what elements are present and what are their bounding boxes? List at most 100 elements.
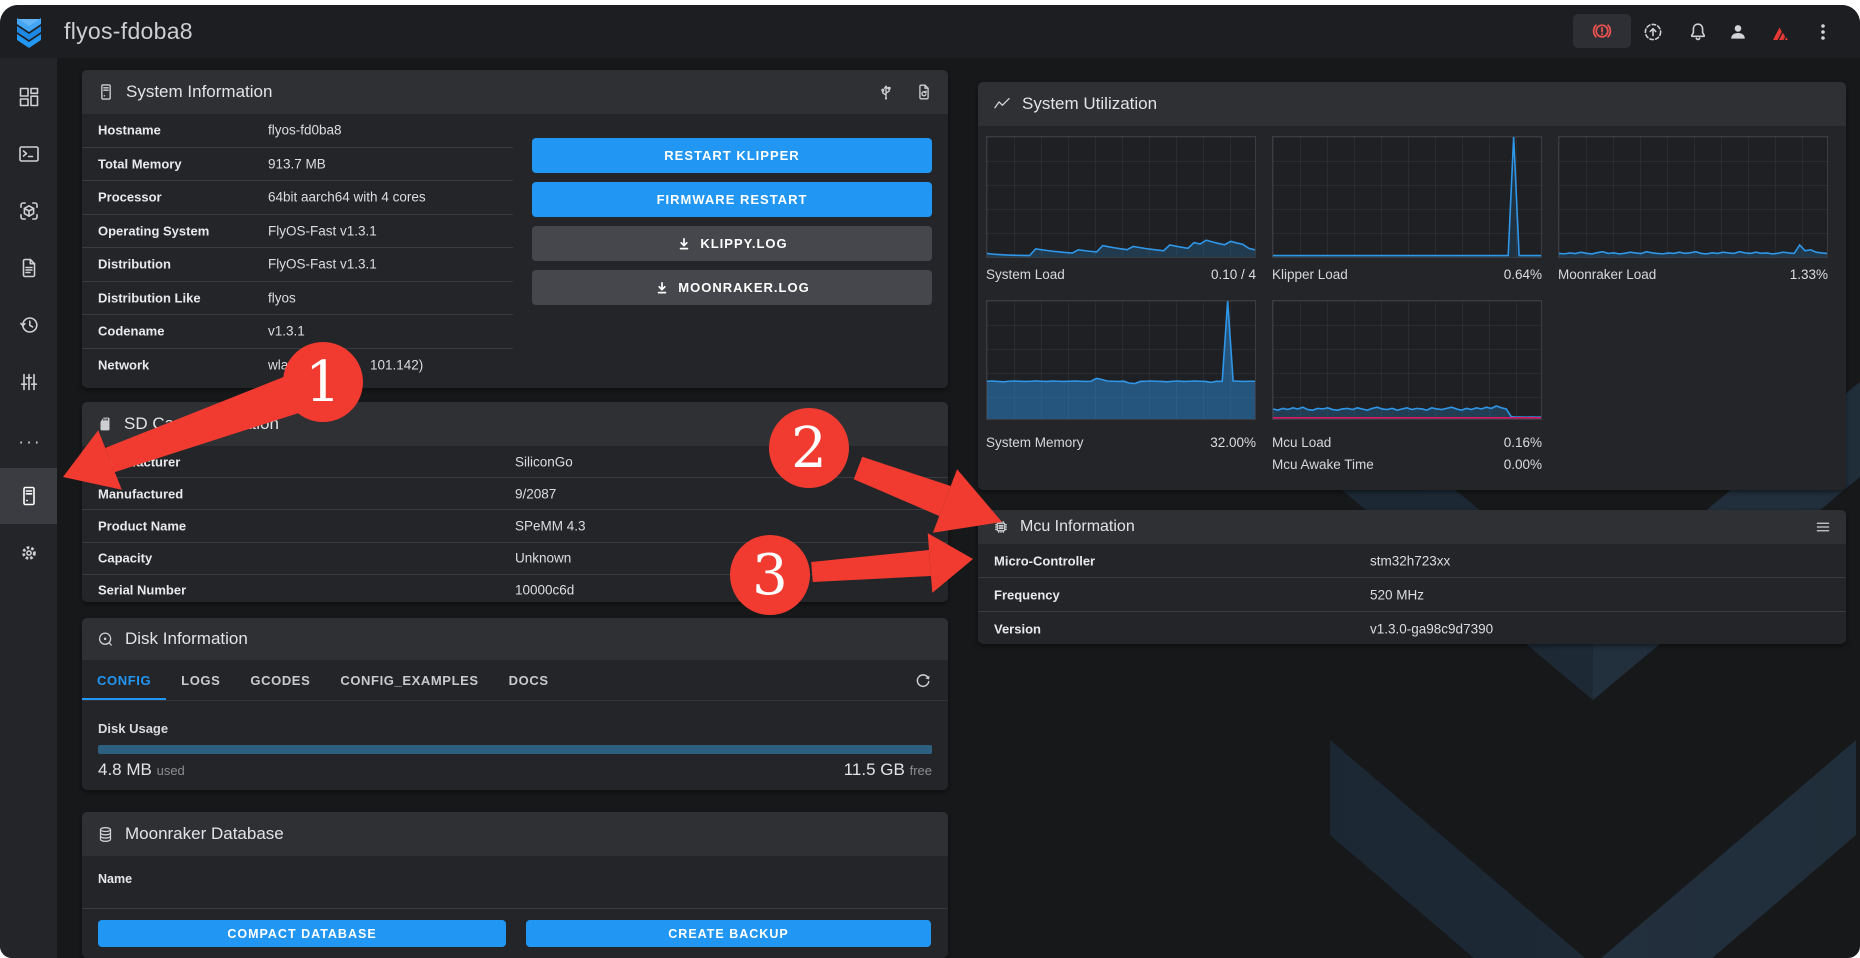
- sidebar-item-tune[interactable]: [0, 354, 57, 410]
- disk-used-text: 4.8 MB used: [98, 760, 185, 780]
- chart-value: 32.00%: [1210, 435, 1256, 450]
- server-icon: [17, 484, 41, 508]
- row-label: Frequency: [994, 587, 1060, 602]
- panel-title: Moonraker Database: [125, 824, 284, 844]
- row-value: v1.3.0-ga98c9d7390: [1370, 621, 1493, 636]
- button-label: COMPACT DATABASE: [227, 927, 376, 941]
- system-load-chart: [986, 136, 1256, 258]
- usb-icon[interactable]: [876, 82, 896, 102]
- system-utilization-panel: System Utilization System Load 0.10 / 4 …: [978, 82, 1846, 490]
- chart-value: 0.10 / 4: [1211, 267, 1256, 282]
- system-information-table: Hostname flyos-fd0ba8 Total Memory 913.7…: [82, 114, 513, 381]
- row-value: 520 MHz: [1370, 587, 1424, 602]
- gear-icon: [17, 541, 41, 565]
- table-row: Total Memory 913.7 MB: [82, 147, 513, 181]
- button-label: MOONRAKER.LOG: [678, 280, 809, 295]
- update-status-icon[interactable]: [1641, 20, 1665, 44]
- panel-title: System Information: [126, 82, 272, 102]
- row-value: FlyOS-Fast v1.3.1: [268, 223, 377, 238]
- chart-value: 0.00%: [1504, 457, 1542, 472]
- console-icon: [17, 142, 41, 166]
- chart-label: Moonraker Load: [1558, 267, 1656, 282]
- row-value: FlyOS-Fast v1.3.1: [268, 257, 377, 272]
- system-memory-chart: [986, 300, 1256, 420]
- download-icon: [676, 236, 692, 252]
- braces-icon: {...}: [16, 427, 42, 451]
- notifications-bell-icon[interactable]: [1686, 20, 1710, 44]
- table-row: Hostname flyos-fd0ba8: [82, 114, 513, 147]
- disk-free-unit: free: [910, 763, 932, 778]
- app-window: flyos-fdoba8: [0, 5, 1860, 958]
- chart-label: Mcu Awake Time: [1272, 457, 1374, 472]
- log-file-icon[interactable]: [914, 82, 934, 102]
- tab-logs[interactable]: LOGS: [166, 660, 235, 700]
- table-row: Codename v1.3.1: [82, 314, 513, 348]
- overflow-menu-icon[interactable]: [1811, 20, 1835, 44]
- mcu-information-panel: Mcu Information Micro-Controller stm32h7…: [978, 510, 1846, 644]
- panel-title: SD Card Information: [124, 414, 279, 434]
- account-icon[interactable]: [1726, 20, 1750, 44]
- tab-config-examples[interactable]: CONFIG_EXAMPLES: [325, 660, 493, 700]
- chart-value: 1.33%: [1790, 267, 1828, 282]
- moonraker-log-button[interactable]: MOONRAKER.LOG: [532, 270, 932, 305]
- row-value: 9/2087: [515, 486, 556, 501]
- screenshot-root: flyos-fdoba8: [0, 0, 1860, 958]
- row-label: Hostname: [98, 123, 161, 138]
- restart-klipper-button[interactable]: RESTART KLIPPER: [532, 138, 932, 173]
- chart-label: Mcu Load: [1272, 435, 1331, 450]
- chart-value: 0.16%: [1504, 435, 1542, 450]
- emergency-stop-button[interactable]: [1573, 14, 1631, 48]
- sidebar-item-configuration[interactable]: {...}: [0, 411, 57, 467]
- table-row: Serial Number 10000c6d: [82, 574, 948, 606]
- tab-docs[interactable]: DOCS: [494, 660, 564, 700]
- disk-tabs: CONFIG LOGS GCODES CONFIG_EXAMPLES DOCS: [82, 660, 948, 701]
- button-label: RESTART KLIPPER: [664, 148, 799, 163]
- table-row: Product Name SPeMM 4.3: [82, 509, 948, 541]
- emergency-stop-icon: [1590, 19, 1614, 43]
- row-value: SPeMM 4.3: [515, 518, 586, 533]
- row-value: v1.3.1: [268, 324, 305, 339]
- compact-database-button[interactable]: COMPACT DATABASE: [98, 920, 506, 947]
- firmware-restart-button[interactable]: FIRMWARE RESTART: [532, 182, 932, 217]
- row-label: Micro-Controller: [994, 553, 1095, 568]
- table-row: Version v1.3.0-ga98c9d7390: [978, 611, 1846, 645]
- row-value: SiliconGo: [515, 454, 573, 469]
- disk-used-value: 4.8 MB: [98, 760, 152, 779]
- disk-used-unit: used: [157, 763, 185, 778]
- hamburger-menu-icon[interactable]: [1814, 518, 1832, 536]
- disk-usage-label: Disk Usage: [98, 721, 168, 736]
- row-value: flyos-fd0ba8: [268, 123, 342, 138]
- create-backup-button[interactable]: CREATE BACKUP: [526, 920, 931, 947]
- sidebar-item-machine[interactable]: [0, 468, 57, 524]
- chart-line-icon: [992, 94, 1012, 114]
- moonraker-load-chart: [1558, 136, 1828, 258]
- refresh-icon[interactable]: [912, 669, 934, 691]
- table-row: Processor 64bit aarch64 with 4 cores: [82, 180, 513, 214]
- klippy-log-button[interactable]: KLIPPY.LOG: [532, 226, 932, 261]
- sidebar-item-dashboard[interactable]: [0, 69, 57, 125]
- fly-logo-icon[interactable]: [12, 15, 46, 49]
- row-label: Operating System: [98, 223, 209, 238]
- sidebar-item-files[interactable]: [0, 240, 57, 296]
- sidebar-item-settings[interactable]: [0, 525, 57, 581]
- download-icon: [654, 280, 670, 296]
- row-label: Total Memory: [98, 156, 182, 171]
- sidebar-nav: {...}: [0, 58, 57, 958]
- sd-card-table: Manufacturer SiliconGo Manufactured 9/20…: [82, 446, 948, 606]
- row-value: 64bit aarch64 with 4 cores: [268, 190, 426, 205]
- fly-brand-menu-icon[interactable]: [1768, 20, 1792, 44]
- klipper-load-legend: Klipper Load 0.64%: [1272, 264, 1542, 284]
- sidebar-item-history[interactable]: [0, 297, 57, 353]
- sidebar-item-console[interactable]: [0, 126, 57, 182]
- tab-gcodes[interactable]: GCODES: [235, 660, 325, 700]
- row-value-suffix: 101.142): [370, 357, 423, 372]
- button-label: FIRMWARE RESTART: [657, 192, 808, 207]
- harddisk-icon: [96, 630, 115, 649]
- printer-title: flyos-fdoba8: [64, 18, 193, 45]
- disk-free-value: 11.5 GB: [844, 760, 905, 779]
- table-row: Capacity Unknown: [82, 542, 948, 574]
- chart-value: 0.64%: [1504, 267, 1542, 282]
- klipper-load-chart: [1272, 136, 1542, 258]
- sidebar-item-gcode-viewer[interactable]: [0, 183, 57, 239]
- tab-config[interactable]: CONFIG: [82, 660, 166, 700]
